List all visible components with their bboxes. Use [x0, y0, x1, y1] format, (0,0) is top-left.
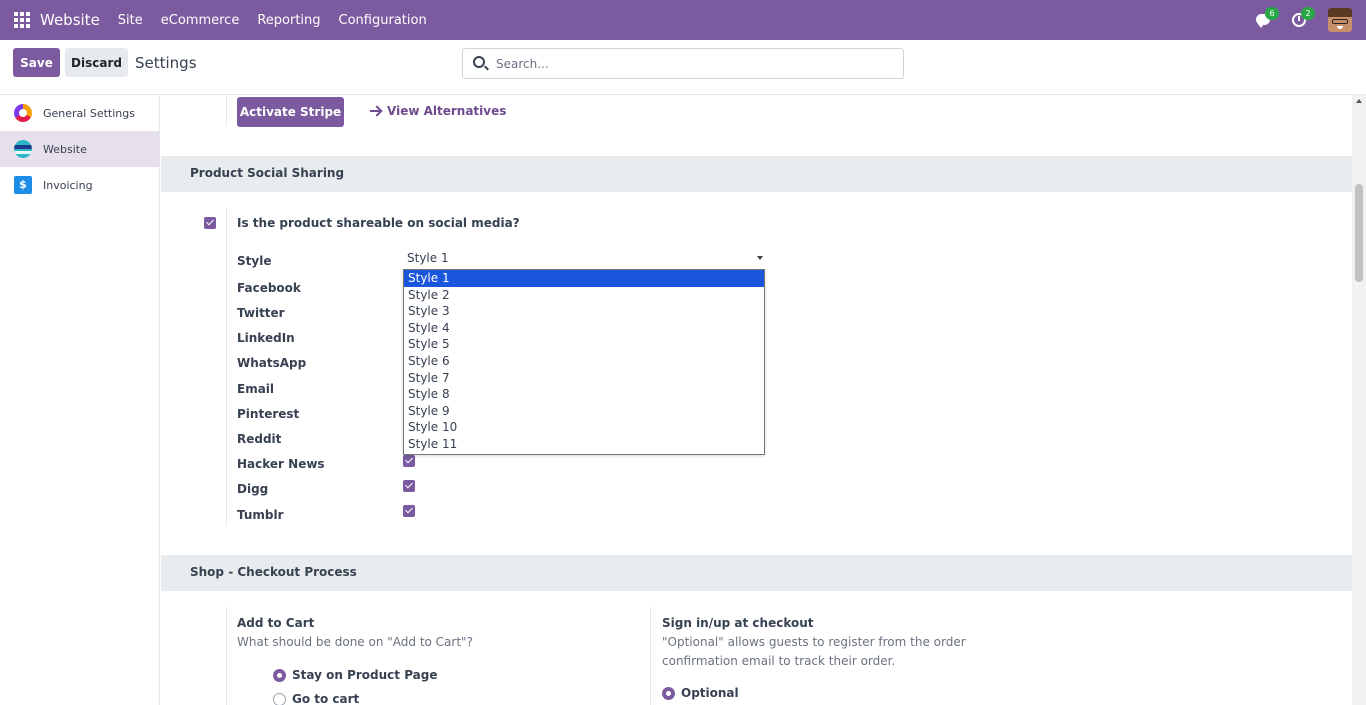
style-select-value: Style 1	[407, 251, 449, 265]
network-label-linkedin: LinkedIn	[237, 331, 295, 345]
general-settings-icon	[14, 104, 32, 122]
style-dropdown-list: Style 1 Style 2 Style 3 Style 4 Style 5 …	[403, 269, 765, 455]
section-title: Shop - Checkout Process	[190, 565, 357, 579]
arrow-right-icon	[370, 109, 380, 112]
style-option[interactable]: Style 6	[404, 353, 764, 370]
apps-menu-icon[interactable]	[14, 12, 30, 28]
scrollbar[interactable]	[1352, 95, 1366, 705]
section-header-checkout: Shop - Checkout Process	[161, 555, 1352, 591]
hacker-news-checkbox[interactable]	[403, 455, 415, 467]
style-option[interactable]: Style 4	[404, 320, 764, 337]
style-option[interactable]: Style 3	[404, 303, 764, 320]
network-label-whatsapp: WhatsApp	[237, 356, 307, 370]
style-option[interactable]: Style 5	[404, 336, 764, 353]
sidebar-item-website[interactable]: Website	[0, 131, 159, 167]
style-option[interactable]: Style 2	[404, 287, 764, 304]
style-option[interactable]: Style 10	[404, 419, 764, 436]
menu-ecommerce[interactable]: eCommerce	[161, 13, 240, 28]
network-label-tumblr: Tumblr	[237, 508, 284, 522]
sidebar-item-general-settings[interactable]: General Settings	[0, 95, 159, 131]
section-header-social-sharing: Product Social Sharing	[161, 156, 1352, 192]
user-avatar[interactable]	[1328, 8, 1352, 32]
discard-button[interactable]: Discard	[65, 48, 128, 77]
sidebar-item-invoicing[interactable]: $ Invoicing	[0, 167, 159, 203]
menu-configuration[interactable]: Configuration	[339, 13, 427, 28]
page-title: Settings	[135, 54, 197, 72]
website-icon	[14, 140, 32, 158]
caret-down-icon	[757, 256, 763, 260]
search-box[interactable]	[462, 48, 904, 79]
activities-badge: 2	[1301, 7, 1315, 20]
network-label-twitter: Twitter	[237, 306, 285, 320]
network-label-facebook: Facebook	[237, 281, 301, 295]
style-option[interactable]: Style 1	[404, 270, 764, 287]
tumblr-checkbox[interactable]	[403, 505, 415, 517]
style-label: Style	[237, 254, 272, 268]
scrollbar-thumb[interactable]	[1355, 184, 1363, 282]
settings-sidebar: General Settings Website $ Invoicing	[0, 95, 160, 705]
sidebar-item-label: Website	[43, 142, 87, 156]
style-option[interactable]: Style 11	[404, 436, 764, 453]
settings-content: Activate Stripe View Alternatives Produc…	[161, 95, 1352, 705]
search-input[interactable]	[496, 55, 896, 73]
social-sharing-question: Is the product shareable on social media…	[237, 216, 520, 230]
view-alternatives-label: View Alternatives	[387, 104, 507, 118]
activate-stripe-button[interactable]: Activate Stripe	[237, 97, 344, 127]
search-icon	[473, 56, 485, 68]
style-option[interactable]: Style 7	[404, 370, 764, 387]
network-label-email: Email	[237, 382, 275, 396]
stay-on-product-radio[interactable]	[273, 669, 286, 682]
style-select[interactable]: Style 1	[403, 249, 765, 269]
menu-reporting[interactable]: Reporting	[257, 13, 320, 28]
signin-checkout-title: Sign in/up at checkout	[662, 616, 814, 630]
menu-site[interactable]: Site	[118, 13, 143, 28]
section-title: Product Social Sharing	[190, 166, 345, 180]
top-navbar: Website Site eCommerce Reporting Configu…	[0, 0, 1366, 40]
save-button[interactable]: Save	[13, 48, 60, 77]
app-brand[interactable]: Website	[40, 11, 100, 29]
stay-on-product-label[interactable]: Stay on Product Page	[292, 668, 438, 682]
activities-button[interactable]: 2	[1292, 7, 1315, 29]
optional-radio[interactable]	[662, 687, 675, 700]
control-panel: Save Discard Settings	[0, 40, 1366, 95]
network-label-reddit: Reddit	[237, 432, 282, 446]
signin-checkout-description: "Optional" allows guests to register fro…	[662, 635, 966, 649]
go-to-cart-radio[interactable]	[273, 693, 286, 705]
optional-label[interactable]: Optional	[681, 686, 739, 700]
add-to-cart-title: Add to Cart	[237, 616, 315, 630]
style-option[interactable]: Style 9	[404, 403, 764, 420]
add-to-cart-description: What should be done on "Add to Cart"?	[237, 635, 473, 649]
messages-badge: 6	[1265, 7, 1279, 20]
go-to-cart-label[interactable]: Go to cart	[292, 692, 359, 705]
sidebar-item-label: General Settings	[43, 106, 135, 120]
signin-checkout-description: confirmation email to track their order.	[662, 654, 896, 668]
network-label-pinterest: Pinterest	[237, 407, 300, 421]
network-label-digg: Digg	[237, 482, 269, 496]
view-alternatives-link[interactable]: View Alternatives	[370, 104, 506, 118]
invoicing-icon: $	[14, 176, 32, 194]
scroll-up-icon[interactable]	[1356, 99, 1362, 103]
digg-checkbox[interactable]	[403, 480, 415, 492]
style-option[interactable]: Style 8	[404, 386, 764, 403]
social-sharing-checkbox[interactable]	[204, 217, 216, 229]
sidebar-item-label: Invoicing	[43, 178, 93, 192]
messages-button[interactable]: 6	[1256, 7, 1279, 29]
network-label-hacker-news: Hacker News	[237, 457, 325, 471]
